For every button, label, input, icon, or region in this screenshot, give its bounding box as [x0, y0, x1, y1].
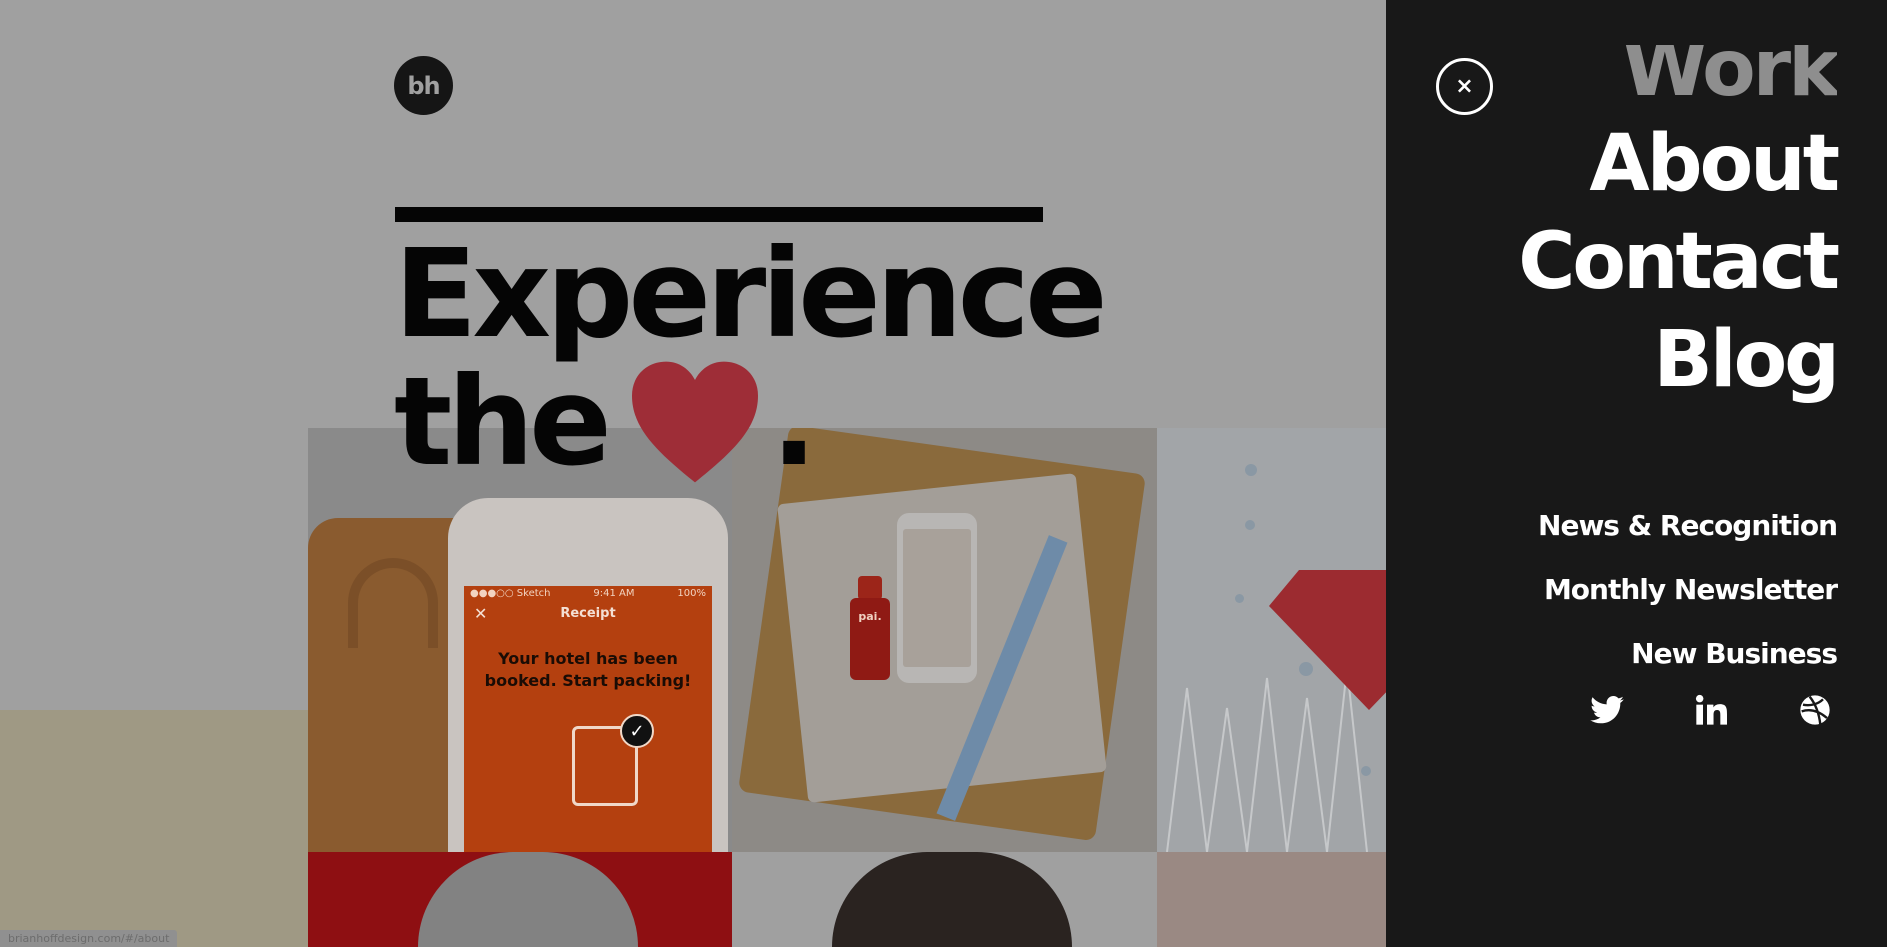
receipt-message: Your hotel has been booked. Start packin… — [464, 648, 712, 692]
nav-link-about[interactable]: About — [1518, 115, 1840, 213]
nav-link-contact[interactable]: Contact — [1518, 213, 1840, 311]
phone-time: 9:41 AM — [593, 588, 635, 599]
bottle-label: pai. — [858, 610, 882, 623]
portrait-image — [832, 852, 1072, 947]
decor-dot — [1245, 520, 1255, 530]
checkmark-icon: ✓ — [620, 714, 654, 748]
receipt-message-line-2: booked. Start packing! — [484, 671, 692, 690]
beige-band — [0, 710, 308, 947]
headline: Experience the . — [394, 223, 1108, 486]
decor-dot — [1235, 594, 1244, 603]
decor-dot — [1245, 464, 1257, 476]
serum-bottle: pai. — [850, 598, 890, 680]
close-menu-button[interactable]: × — [1436, 58, 1493, 115]
close-icon: × — [1455, 74, 1474, 99]
phone-status-bar: ●●●○○ Sketch 9:41 AM 100% — [464, 586, 712, 602]
headline-period: . — [770, 351, 817, 493]
headline-word-the: the — [394, 351, 612, 493]
status-bar-url: brianhoffdesign.com/#/about — [0, 930, 178, 947]
phone-small-screen — [903, 529, 971, 667]
bag-handle — [348, 558, 438, 648]
cap-image — [418, 852, 638, 947]
receipt-title: Receipt — [560, 606, 616, 621]
dribbble-icon[interactable] — [1793, 690, 1837, 730]
phone-mockup-small — [897, 513, 977, 683]
social-links — [1585, 690, 1837, 730]
nav-link-news-recognition[interactable]: News & Recognition — [1538, 494, 1838, 558]
primary-nav: Work About Contact Blog — [1518, 45, 1840, 409]
nav-link-work[interactable]: Work — [1518, 45, 1837, 115]
phone-battery: 100% — [677, 588, 706, 599]
portfolio-tile-portrait[interactable] — [732, 852, 1157, 947]
nav-link-monthly-newsletter[interactable]: Monthly Newsletter — [1538, 558, 1838, 622]
phone-carrier: ●●●○○ Sketch — [470, 588, 551, 599]
leather-bag — [308, 518, 468, 852]
bottle-cap — [858, 576, 882, 600]
nav-link-new-business[interactable]: New Business — [1538, 622, 1838, 686]
twitter-icon[interactable] — [1585, 690, 1629, 730]
heart-icon — [631, 361, 758, 483]
headline-rule — [395, 207, 1043, 222]
logo[interactable]: bh — [394, 56, 453, 115]
nav-link-blog[interactable]: Blog — [1518, 311, 1840, 409]
phone-screen: ●●●○○ Sketch 9:41 AM 100% ✕ Receipt Your… — [464, 586, 712, 852]
linkedin-icon[interactable] — [1689, 690, 1733, 730]
nav-menu-panel: × Work About Contact Blog News & Recogni… — [1386, 0, 1887, 947]
receipt-message-line-1: Your hotel has been — [498, 649, 678, 668]
secondary-nav: News & Recognition Monthly Newsletter Ne… — [1538, 494, 1838, 686]
headline-line-2: the . — [394, 358, 1094, 486]
phone-mockup: ●●●○○ Sketch 9:41 AM 100% ✕ Receipt Your… — [448, 498, 728, 852]
headline-line-1: Experience — [394, 223, 1108, 365]
portfolio-tile-hat[interactable] — [308, 852, 732, 947]
